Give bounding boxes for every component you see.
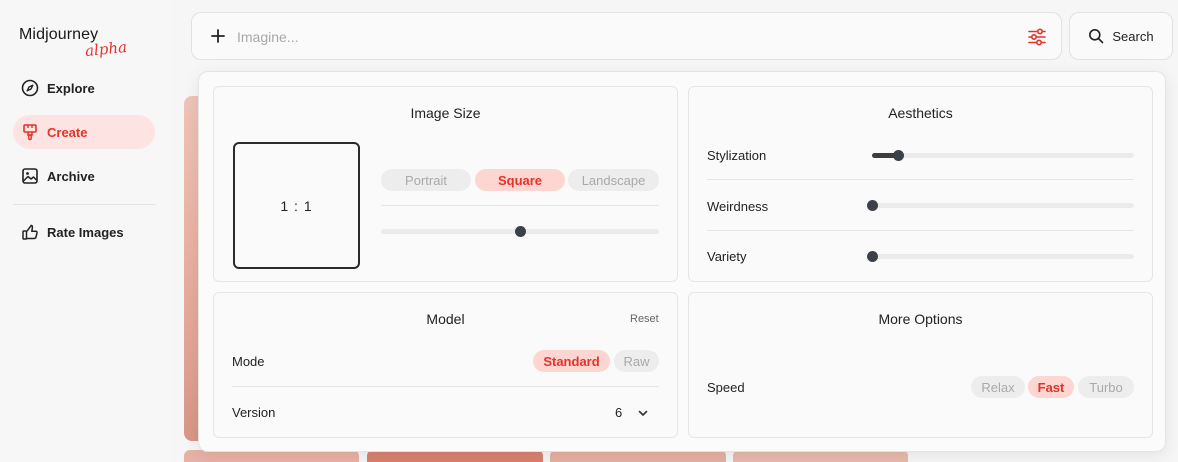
standard-option[interactable]: Standard: [533, 350, 610, 372]
sidebar-item-label: Create: [47, 124, 88, 140]
slider-track: [872, 203, 1134, 208]
turbo-option[interactable]: Turbo: [1078, 376, 1134, 398]
settings-panel: Image Size 1 : 1 Portrait Square Landsca…: [198, 71, 1166, 452]
mode-label: Mode: [232, 354, 265, 369]
slider-thumb[interactable]: [866, 200, 878, 211]
model-card: Model Reset Mode Standard Raw Version 6: [213, 292, 678, 438]
speed-label: Speed: [707, 380, 745, 395]
sidebar-item-label: Archive: [47, 168, 95, 184]
settings-sliders-icon[interactable]: [1027, 27, 1047, 47]
model-title: Model: [426, 311, 465, 327]
sidebar-item-explore[interactable]: Explore: [13, 71, 155, 105]
slider-thumb[interactable]: [514, 226, 526, 237]
relax-option[interactable]: Relax: [971, 376, 1025, 398]
sidebar-divider: [13, 204, 156, 205]
landscape-option[interactable]: Landscape: [568, 169, 659, 191]
sidebar-item-archive[interactable]: Archive: [13, 159, 155, 193]
thumbs-up-icon: [21, 223, 39, 241]
image-size-title: Image Size: [410, 105, 481, 121]
search-label: Search: [1112, 28, 1154, 44]
slider-thumb[interactable]: [866, 251, 878, 262]
divider: [232, 386, 659, 387]
more-options-card: More Options Speed Relax Fast Turbo: [688, 292, 1153, 438]
search-button[interactable]: Search: [1069, 12, 1173, 60]
imagine-input[interactable]: [237, 26, 997, 48]
stylization-label: Stylization: [707, 148, 767, 163]
sidebar-item-rate-images[interactable]: Rate Images: [13, 215, 155, 249]
chevron-down-icon: [637, 406, 649, 418]
slider-track: [872, 153, 1134, 158]
reset-link[interactable]: Reset: [630, 313, 659, 325]
aesthetics-card: Aesthetics Stylization Weirdness Variety: [688, 86, 1153, 282]
image-size-card: Image Size 1 : 1 Portrait Square Landsca…: [213, 86, 678, 282]
sidebar-item-create[interactable]: Create: [13, 115, 155, 149]
divider: [707, 179, 1134, 180]
square-option[interactable]: Square: [475, 169, 565, 191]
sidebar-item-label: Explore: [47, 80, 95, 96]
weirdness-label: Weirdness: [707, 199, 769, 214]
aesthetics-title: Aesthetics: [888, 105, 953, 121]
imagine-bar: [191, 12, 1062, 60]
brush-icon: [21, 123, 39, 141]
brand-alpha-tag: alpha: [84, 37, 128, 61]
aspect-ratio-value: 1 : 1: [280, 197, 313, 214]
compass-icon: [21, 79, 39, 97]
divider: [381, 205, 659, 206]
logo[interactable]: Midjourney alpha: [19, 26, 128, 60]
image-icon: [21, 167, 39, 185]
sidebar-item-label: Rate Images: [47, 224, 124, 240]
variety-label: Variety: [707, 249, 747, 264]
aspect-ratio-preview: 1 : 1: [233, 142, 360, 269]
more-options-title: More Options: [878, 311, 963, 327]
portrait-option[interactable]: Portrait: [381, 169, 471, 191]
raw-option[interactable]: Raw: [614, 350, 659, 372]
divider: [707, 230, 1134, 231]
fast-option[interactable]: Fast: [1028, 376, 1074, 398]
slider-track: [872, 254, 1134, 259]
version-value: 6: [615, 405, 623, 420]
search-icon: [1088, 28, 1104, 44]
slider-thumb[interactable]: [892, 150, 904, 161]
version-label: Version: [232, 405, 276, 420]
sidebar: Midjourney alpha Explore Create Archive …: [0, 0, 170, 462]
plus-icon[interactable]: [209, 27, 227, 45]
